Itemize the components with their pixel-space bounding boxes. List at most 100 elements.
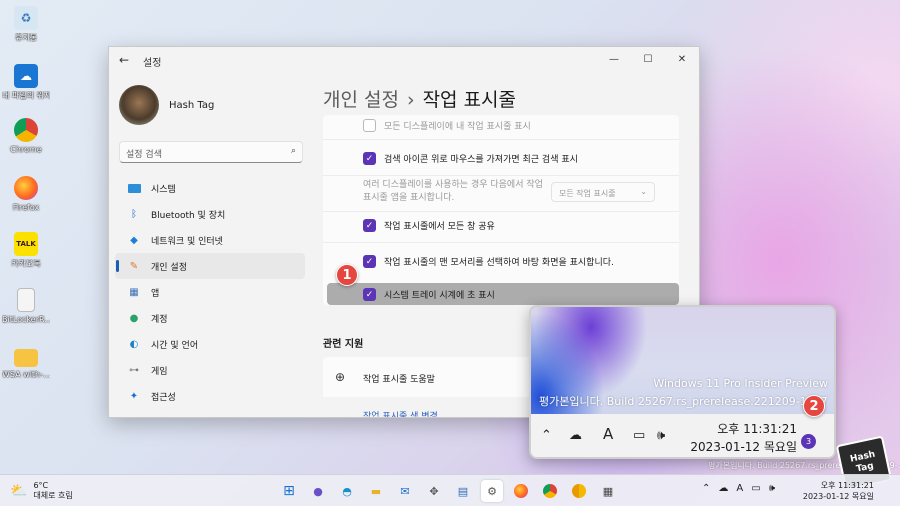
firefox-icon[interactable] (510, 480, 532, 502)
ime-icon[interactable]: A (603, 425, 613, 443)
weather-cloud-icon: ⛅ (10, 483, 28, 499)
time-language-icon: ◐ (129, 338, 139, 350)
network-icon[interactable]: ▭ (751, 483, 760, 494)
option-recent-search[interactable]: ✓ 검색 아이콘 위로 마우스를 가져가면 최근 검색 표시 (363, 152, 578, 165)
minimize-button[interactable]: — (597, 47, 631, 73)
sidebar-item-accounts[interactable]: ● 계정 (115, 305, 305, 331)
volume-icon[interactable]: 🕪 (657, 428, 665, 443)
option-label: 모든 디스플레이에 내 작업 표시줄 표시 (384, 122, 531, 132)
volume-icon[interactable]: 🕪 (769, 483, 775, 494)
windows-start-icon[interactable]: ⊞ (278, 480, 300, 502)
system-tray: ⌃ ☁ A ▭ 🕪 (702, 483, 783, 494)
multi-display-dropdown[interactable]: 모든 작업 표시줄 ⌄ (551, 182, 655, 202)
checkbox-unchecked[interactable] (363, 119, 376, 132)
firefox-icon (14, 176, 38, 200)
notepad-icon[interactable]: ▤ (452, 480, 474, 502)
divider (323, 211, 679, 212)
chrome-icon[interactable] (539, 480, 561, 502)
avatar (119, 85, 159, 125)
sidebar-item-accessibility[interactable]: ✦ 접근성 (115, 383, 305, 409)
clock-date: 2023-01-12 목요일 (802, 492, 874, 501)
sidebar-nav: 시스템 ᛒ Bluetooth 및 장치 ◆ 네트워크 및 인터넷 ✎ 개인 설… (115, 175, 305, 409)
globe-icon: ⊕ (335, 370, 346, 384)
bluetooth-icon: ᛒ (131, 208, 137, 220)
notification-count[interactable]: 3 (801, 434, 816, 449)
sidebar-item-time-language[interactable]: ◐ 시간 및 언어 (115, 331, 305, 357)
taskbar-color-link[interactable]: 작업 표시줄 색 변경 (363, 409, 438, 417)
move-icon[interactable]: ✥ (423, 480, 445, 502)
sidebar-item-label: 게임 (151, 366, 168, 377)
sidebar-item-label: 앱 (151, 288, 160, 299)
network-icon[interactable]: ▭ (633, 428, 645, 443)
edge-icon[interactable]: ◓ (336, 480, 358, 502)
option-share-window[interactable]: ✓ 작업 표시줄에서 모든 창 공유 (363, 219, 495, 232)
onedrive-icon: ☁ (14, 64, 38, 88)
checkbox-checked[interactable]: ✓ (363, 152, 376, 165)
window-controls: — ☐ ✕ (597, 47, 699, 73)
option-label: 작업 표시줄의 맨 모서리를 선택하여 바탕 화면을 표시합니다. (384, 258, 614, 268)
zoomed-tray: ⌃ ☁ A ▭ 🕪 오후 11:31:21 2023-01-12 목요일 3 (531, 414, 834, 457)
breadcrumb-parent[interactable]: 개인 설정 (323, 89, 399, 111)
checkbox-checked[interactable]: ✓ (363, 288, 376, 301)
taskbar: ⛅ 6°C 대체로 흐림 ⊞ ● ◓ ▬ ✉ ✥ ▤ ⚙ ▦ ⌃ ☁ A ▭ 🕪… (0, 474, 900, 506)
weather-widget[interactable]: ⛅ 6°C 대체로 흐림 (10, 481, 73, 501)
maximize-button[interactable]: ☐ (631, 47, 665, 73)
sidebar-item-apps[interactable]: ▦ 앱 (115, 279, 305, 305)
tray-time[interactable]: 오후 11:31:21 (691, 420, 797, 437)
watermark-build: 평가본입니다. Build 25267.rs_prerelease.221209… (539, 395, 828, 408)
clock-time: 오후 11:31:21 (820, 481, 874, 490)
sidebar-item-label: 네트워크 및 인터넷 (151, 236, 223, 247)
teams-chat-icon[interactable]: ● (307, 480, 329, 502)
option-show-seconds[interactable]: ✓ 시스템 트레이 시계에 초 표시 (363, 288, 495, 301)
desktop-icon-wsa[interactable]: WSA with-... (2, 346, 50, 379)
onedrive-icon[interactable]: ☁ (569, 428, 582, 443)
ime-icon[interactable]: A (736, 483, 743, 494)
breadcrumb: 개인 설정 › 작업 표시줄 (323, 85, 516, 112)
chevron-up-icon[interactable]: ⌃ (541, 428, 552, 443)
related-support-heading: 관련 지원 (323, 339, 364, 350)
tray-date[interactable]: 2023-01-12 목요일 (685, 438, 797, 455)
desktop-icon-chrome[interactable]: Chrome (2, 118, 50, 154)
sidebar-item-network[interactable]: ◆ 네트워크 및 인터넷 (115, 227, 305, 253)
back-arrow-icon[interactable]: ← (119, 53, 129, 67)
file-explorer-icon[interactable]: ▬ (365, 480, 387, 502)
option-show-desktop-corner[interactable]: ✓ 작업 표시줄의 맨 모서리를 선택하여 바탕 화면을 표시합니다. (363, 255, 614, 268)
sidebar-item-gaming[interactable]: ⊶ 게임 (115, 357, 305, 383)
search-icon: ⌕ (290, 146, 296, 156)
chrome-canary-icon[interactable] (568, 480, 590, 502)
window-title: 설정 (143, 58, 162, 69)
watermark-edition: Windows 11 Pro Insider Preview (653, 377, 828, 390)
settings-icon[interactable]: ⚙ (481, 480, 503, 502)
option-all-displays[interactable]: 모든 디스플레이에 내 작업 표시줄 표시 (363, 119, 531, 132)
gaming-icon: ⊶ (129, 364, 139, 376)
user-profile[interactable]: Hash Tag (119, 85, 214, 125)
title-bar: ← 설정 — ☐ ✕ (109, 47, 699, 73)
weather-desc: 대체로 흐림 (33, 491, 73, 500)
sidebar-item-system[interactable]: 시스템 (115, 175, 305, 201)
checkbox-checked[interactable]: ✓ (363, 219, 376, 232)
chevron-up-icon[interactable]: ⌃ (702, 483, 710, 494)
taskbar-clock[interactable]: 오후 11:31:21 2023-01-12 목요일 (802, 480, 874, 502)
calculator-icon[interactable]: ▦ (597, 480, 619, 502)
sidebar-item-bluetooth[interactable]: ᛒ Bluetooth 및 장치 (115, 201, 305, 227)
breadcrumb-separator: › (406, 89, 415, 111)
checkbox-checked[interactable]: ✓ (363, 255, 376, 268)
accounts-icon: ● (129, 312, 139, 324)
document-icon (17, 288, 35, 312)
desktop-icon-recycle-bin[interactable]: ♻ 휴지통 (2, 6, 50, 42)
search-input[interactable]: 설정 검색 ⌕ (119, 141, 303, 163)
desktop-icon-firefox[interactable]: Firefox (2, 176, 50, 212)
taskbar-behaviors-panel: 모든 디스플레이에 내 작업 표시줄 표시 ✓ 검색 아이콘 위로 마우스를 가… (323, 115, 679, 305)
dropdown-value: 모든 작업 표시줄 (559, 189, 616, 198)
mail-icon[interactable]: ✉ (394, 480, 416, 502)
option-label: 작업 표시줄에서 모든 창 공유 (384, 222, 495, 232)
desktop-icon-bitlocker[interactable]: BitLockerR... (2, 288, 50, 324)
desktop-icon-kakaotalk[interactable]: TALK 카카오톡 (2, 232, 50, 268)
system-icon (127, 181, 141, 195)
desktop-icon-onedrive[interactable]: ☁ 내 파일의 위치 (2, 64, 50, 100)
network-icon: ◆ (130, 234, 138, 246)
sidebar-item-label: 시간 및 언어 (151, 340, 199, 351)
close-button[interactable]: ✕ (665, 47, 699, 73)
sidebar-item-personalization[interactable]: ✎ 개인 설정 (115, 253, 305, 279)
onedrive-icon[interactable]: ☁ (718, 483, 728, 494)
